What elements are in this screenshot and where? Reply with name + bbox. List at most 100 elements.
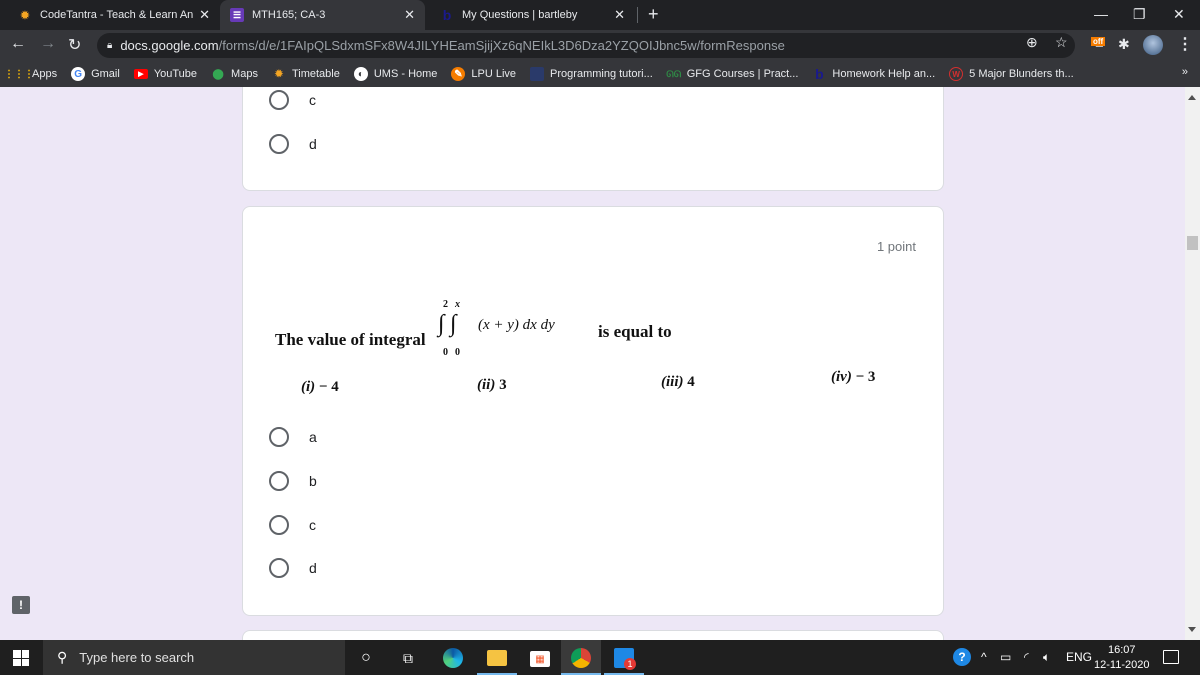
extensions-puzzle-icon[interactable]: ✱ xyxy=(1118,36,1130,53)
tab-separator xyxy=(637,7,638,23)
address-bar[interactable]: 🔒︎ docs.google.com/forms/d/e/1FAIpQLSdxm… xyxy=(97,33,1075,58)
bookmark-homework-help[interactable]: b Homework Help an... xyxy=(812,66,935,82)
bookmark-maps[interactable]: ⬤ Maps xyxy=(211,67,258,81)
clock[interactable]: 16:07 12-11-2020 xyxy=(1094,643,1149,673)
reload-button[interactable]: ↻ xyxy=(68,35,81,55)
show-hidden-icons-chevron-icon[interactable]: ^ xyxy=(981,650,987,664)
option-num: (iii) xyxy=(661,374,684,390)
option-a[interactable]: a xyxy=(269,427,317,447)
file-explorer-icon[interactable] xyxy=(487,650,507,666)
option-d[interactable]: d xyxy=(269,134,317,154)
question-prefix: The value of integral xyxy=(275,330,426,349)
wifi-icon[interactable]: ◜ xyxy=(1024,650,1029,664)
question-image: The value of integral 2 x ∫ ∫ 0 0 (x + y… xyxy=(271,297,891,407)
option-b[interactable]: b xyxy=(269,471,317,491)
edge-icon[interactable] xyxy=(443,648,463,668)
bookmark-gmail[interactable]: G Gmail xyxy=(71,67,120,81)
radio-button[interactable] xyxy=(269,134,289,154)
close-icon[interactable]: ✕ xyxy=(404,7,415,23)
time: 16:07 xyxy=(1107,644,1136,656)
bookmark-blunders[interactable]: W 5 Major Blunders th... xyxy=(949,67,1074,81)
option-label: c xyxy=(309,517,316,533)
notification-badge: 1 xyxy=(624,658,636,670)
bookmark-apps[interactable]: ⋮⋮⋮ Apps xyxy=(4,67,58,81)
scroll-up-arrow-icon[interactable] xyxy=(1188,95,1196,100)
option-label: d xyxy=(309,136,317,152)
option-c[interactable]: c xyxy=(269,515,316,535)
search-placeholder: Type here to search xyxy=(79,650,195,665)
integral-sign-icon: ∫ xyxy=(450,311,457,337)
volume-icon[interactable]: 🔈︎ xyxy=(1043,650,1050,665)
question-card-next xyxy=(242,630,944,640)
scrollbar-thumb[interactable] xyxy=(1187,236,1198,250)
close-icon[interactable]: ✕ xyxy=(199,7,210,23)
bookmark-timetable[interactable]: ✹ Timetable xyxy=(272,67,340,81)
bookmark-ums[interactable]: ◐ UMS - Home xyxy=(353,67,438,81)
scrollbar[interactable] xyxy=(1185,87,1200,640)
option-d[interactable]: d xyxy=(269,558,317,578)
report-feedback-icon[interactable]: ! xyxy=(12,596,30,614)
windows-start-icon[interactable] xyxy=(13,650,29,666)
scroll-down-arrow-icon[interactable] xyxy=(1188,627,1196,632)
back-button[interactable]: ← xyxy=(10,35,26,53)
cortana-icon[interactable]: ○ xyxy=(356,648,376,668)
battery-icon[interactable]: ▭ xyxy=(1000,650,1011,664)
bookmark-lpu-live[interactable]: ✎ LPU Live xyxy=(451,67,516,81)
youtube-icon: ▶ xyxy=(133,69,148,79)
taskbar-search[interactable]: ⚲ Type here to search xyxy=(43,640,345,675)
url-path: /forms/d/e/1FAIpQLSdxmSFx8W4JILYHEamSjij… xyxy=(218,38,785,53)
tab-mth165[interactable]: ☰ MTH165; CA-3 ✕ xyxy=(220,0,425,30)
close-icon[interactable]: ✕ xyxy=(614,7,625,23)
language-indicator[interactable]: ENG xyxy=(1066,650,1092,664)
radio-button[interactable] xyxy=(269,471,289,491)
option-num: (ii) xyxy=(477,377,496,393)
minimize-button[interactable]: — xyxy=(1094,6,1108,22)
tab-bartleby[interactable]: b My Questions | bartleby ✕ xyxy=(430,0,635,30)
bookmark-label: LPU Live xyxy=(471,68,517,80)
action-center-icon[interactable] xyxy=(1163,650,1179,664)
taskbar: ⚲ Type here to search ○ ⧉ ▦ 1 ? ^ ▭ ◜ 🔈︎… xyxy=(0,640,1200,675)
globe-icon: ◐ xyxy=(353,67,368,81)
profile-avatar[interactable] xyxy=(1143,35,1163,55)
bookmark-youtube[interactable]: ▶ YouTube xyxy=(133,68,197,80)
tab-title: MTH165; CA-3 xyxy=(252,9,326,21)
bookmark-star-icon[interactable]: ☆ xyxy=(1055,34,1068,51)
bookmark-programming[interactable]: Programming tutori... xyxy=(530,67,653,81)
question-suffix: is equal to xyxy=(598,322,672,341)
bookmark-label: Gmail xyxy=(91,68,120,80)
chrome-icon[interactable] xyxy=(571,648,591,668)
task-view-icon[interactable]: ⧉ xyxy=(398,648,418,668)
radio-button[interactable] xyxy=(269,90,289,110)
bookmark-label: Apps xyxy=(32,68,58,80)
bookmark-label: GFG Courses | Pract... xyxy=(686,68,799,80)
w-icon: W xyxy=(949,67,964,81)
image-option-3: (iii) 4 xyxy=(661,374,695,391)
google-icon: G xyxy=(71,67,86,81)
bookmarks-overflow-button[interactable]: » xyxy=(1182,66,1188,78)
option-c[interactable]: c xyxy=(269,90,316,110)
gfg-icon: ᘏᘏ xyxy=(666,68,682,79)
close-window-button[interactable]: ✕ xyxy=(1173,6,1185,23)
bookmarks-bar: ⋮⋮⋮ Apps G Gmail ▶ YouTube ⬤ Maps ✹ Time… xyxy=(0,61,1200,87)
zoom-icon[interactable]: ⊕ xyxy=(1026,34,1038,51)
new-tab-button[interactable]: + xyxy=(648,4,659,25)
codetantra-icon: ✹ xyxy=(20,9,30,22)
option-label: d xyxy=(309,560,317,576)
tab-codetantra[interactable]: ✹ CodeTantra - Teach & Learn Anyw ✕ xyxy=(8,0,220,30)
radio-button[interactable] xyxy=(269,427,289,447)
radio-button[interactable] xyxy=(269,558,289,578)
bookmark-label: UMS - Home xyxy=(373,68,438,80)
menu-dots-icon[interactable]: ⋮ xyxy=(1177,34,1193,54)
maps-pin-icon: ⬤ xyxy=(212,68,224,80)
microsoft-store-icon[interactable]: ▦ xyxy=(530,651,550,667)
forward-button[interactable]: → xyxy=(40,35,56,53)
radio-button[interactable] xyxy=(269,515,289,535)
bookmark-gfg[interactable]: ᘏᘏ GFG Courses | Pract... xyxy=(666,67,799,81)
bookmark-label: Maps xyxy=(231,68,258,80)
option-num: (i) xyxy=(301,379,316,395)
bartleby-icon: b xyxy=(442,7,452,23)
apps-grid-icon: ⋮⋮⋮ xyxy=(4,68,34,80)
lock-icon: 🔒︎ xyxy=(107,40,113,51)
restore-button[interactable]: ❐ xyxy=(1133,6,1146,23)
help-icon[interactable]: ? xyxy=(953,648,971,666)
